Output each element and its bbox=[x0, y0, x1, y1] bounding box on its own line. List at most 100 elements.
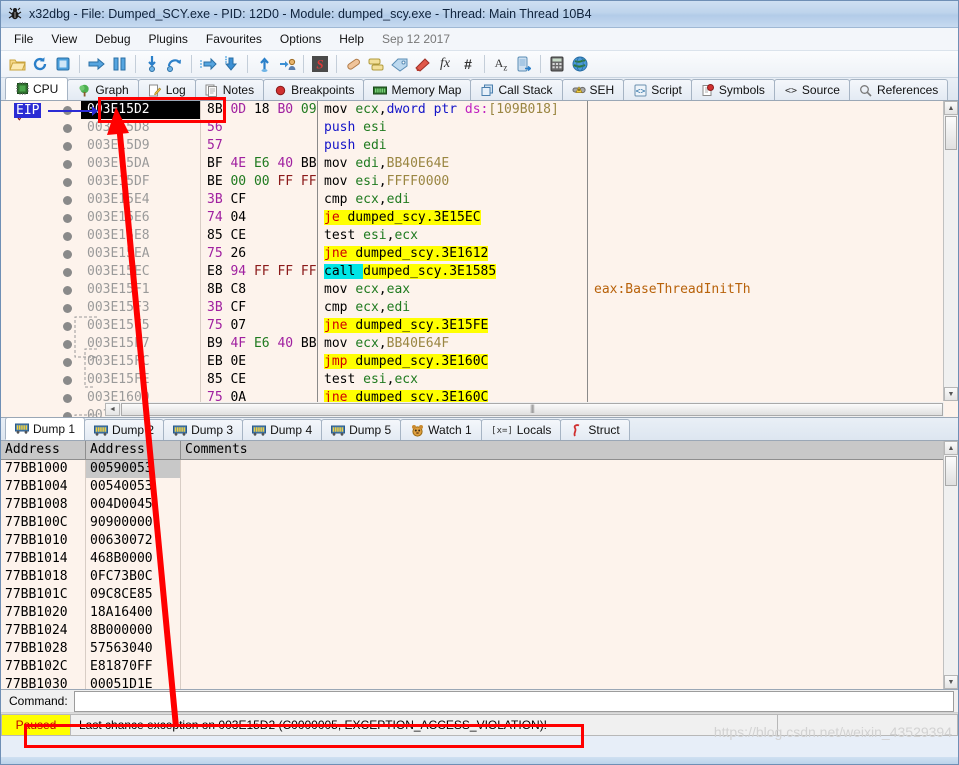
dump-col-comments[interactable]: Comments bbox=[181, 441, 958, 459]
disassembly-row[interactable]: 003E15DA BF 4E E6 40 BB mov edi,BB40E64E bbox=[1, 155, 958, 173]
dump-row[interactable]: 77BB1028 57563040 bbox=[1, 640, 958, 658]
dump-col-address-2[interactable]: Address bbox=[86, 441, 181, 459]
breakpoint-dot-icon[interactable] bbox=[63, 160, 72, 169]
scylla-icon[interactable]: S bbox=[309, 53, 331, 75]
breakpoint-cell[interactable] bbox=[57, 263, 81, 281]
calculator-icon[interactable] bbox=[546, 53, 568, 75]
breakpoint-cell[interactable] bbox=[57, 119, 81, 137]
dump-vscrollbar[interactable]: ▲ ▼ bbox=[943, 441, 958, 689]
breakpoint-cell[interactable] bbox=[57, 173, 81, 191]
disassembly-vscrollbar[interactable]: ▲ ▼ bbox=[943, 101, 958, 401]
breakpoint-cell[interactable] bbox=[57, 335, 81, 353]
scroll-down-button[interactable]: ▼ bbox=[944, 387, 958, 401]
tab-struct[interactable]: Struct bbox=[560, 419, 630, 440]
tab-notes[interactable]: Notes bbox=[194, 79, 265, 100]
menu-item-options[interactable]: Options bbox=[271, 30, 330, 48]
dump-row[interactable]: 77BB1014 468B0000 bbox=[1, 550, 958, 568]
tab-script[interactable]: <> Script bbox=[623, 79, 692, 100]
breakpoint-dot-icon[interactable] bbox=[63, 124, 72, 133]
breakpoint-dot-icon[interactable] bbox=[63, 178, 72, 187]
hash-icon[interactable]: # bbox=[457, 53, 479, 75]
dump-row[interactable]: 77BB102C E81870FF bbox=[1, 658, 958, 676]
disassembly-row[interactable]: 003E15FC⌄EB 0Ejmp dumped_scy.3E160C bbox=[1, 109, 958, 371]
breakpoint-cell[interactable] bbox=[57, 317, 81, 335]
dump-pane[interactable]: Address Address Comments 77BB1000 0059005… bbox=[1, 441, 958, 690]
tab-memory-map[interactable]: Memory Map bbox=[363, 79, 472, 100]
dump-row[interactable]: 77BB1004 00540053 bbox=[1, 478, 958, 496]
dump-col-address-1[interactable]: Address bbox=[1, 441, 86, 459]
menu-item-debug[interactable]: Debug bbox=[86, 30, 139, 48]
tab-references[interactable]: References bbox=[848, 79, 949, 100]
step-into-fast-icon[interactable] bbox=[197, 53, 219, 75]
tab-call-stack[interactable]: Call Stack bbox=[470, 79, 563, 100]
breakpoint-cell[interactable] bbox=[57, 155, 81, 173]
bookmark-icon[interactable] bbox=[411, 53, 433, 75]
run-to-user-code-icon[interactable] bbox=[276, 53, 298, 75]
tab-dump-3[interactable]: Dump 3 bbox=[163, 419, 244, 440]
patch-icon[interactable] bbox=[342, 53, 364, 75]
breakpoint-cell[interactable] bbox=[57, 227, 81, 245]
dump-row[interactable]: 77BB1020 18A16400 bbox=[1, 604, 958, 622]
globe-icon[interactable] bbox=[569, 53, 591, 75]
disassembly-row[interactable]: 003E15F7 B9 4F E6 40 BB mov ecx,BB40E64F bbox=[1, 335, 958, 353]
tab-dump-4[interactable]: Dump 4 bbox=[242, 419, 323, 440]
dump-row[interactable]: 77BB100C 90900000 bbox=[1, 514, 958, 532]
tab-watch-1[interactable]: Watch 1 bbox=[400, 419, 482, 440]
breakpoint-cell[interactable] bbox=[57, 299, 81, 317]
breakpoint-cell[interactable] bbox=[57, 371, 81, 389]
step-over-fast-icon[interactable] bbox=[220, 53, 242, 75]
dump-row[interactable]: 77BB1008 004D0045 bbox=[1, 496, 958, 514]
hscroll-thumb[interactable] bbox=[121, 403, 943, 416]
step-into-icon[interactable] bbox=[141, 53, 163, 75]
breakpoint-dot-icon[interactable] bbox=[63, 196, 72, 205]
tab-cpu[interactable]: CPU bbox=[5, 77, 69, 100]
disassembly-row[interactable]: 003E15DF BE 00 00 FF FF mov esi,FFFF0000 bbox=[1, 173, 958, 191]
breakpoint-dot-icon[interactable] bbox=[63, 304, 72, 313]
tab-graph[interactable]: Graph bbox=[67, 79, 139, 100]
scroll-down-button[interactable]: ▼ bbox=[944, 675, 958, 689]
tab-dump-1[interactable]: Dump 1 bbox=[5, 417, 86, 440]
breakpoint-dot-icon[interactable] bbox=[63, 412, 72, 417]
menu-item-file[interactable]: File bbox=[5, 30, 42, 48]
breakpoint-cell[interactable] bbox=[57, 137, 81, 155]
breakpoint-dot-icon[interactable] bbox=[63, 358, 72, 367]
breakpoint-dot-icon[interactable] bbox=[63, 322, 72, 331]
tab-source[interactable]: <> Source bbox=[773, 79, 850, 100]
breakpoint-dot-icon[interactable] bbox=[63, 268, 72, 277]
menu-item-view[interactable]: View bbox=[42, 30, 86, 48]
disassembly-rows[interactable]: 003E15D2 8B 0D 18 B0 09 mov ecx,dword ptr … bbox=[1, 101, 958, 417]
breakpoint-dot-icon[interactable] bbox=[63, 394, 72, 403]
command-input[interactable] bbox=[73, 690, 954, 712]
menu-item-favourites[interactable]: Favourites bbox=[197, 30, 271, 48]
disassembly-row[interactable]: 003E15D2 8B 0D 18 B0 09 mov ecx,dword ptr … bbox=[1, 101, 958, 119]
disassembly-pane[interactable]: 003E15D2 8B 0D 18 B0 09 mov ecx,dword ptr … bbox=[1, 101, 958, 418]
menu-item-plugins[interactable]: Plugins bbox=[140, 30, 197, 48]
disassembly-hscrollbar[interactable]: ◄ bbox=[105, 402, 944, 417]
label-icon[interactable] bbox=[388, 53, 410, 75]
open-icon[interactable] bbox=[6, 53, 28, 75]
breakpoint-cell[interactable] bbox=[57, 353, 81, 371]
breakpoint-cell[interactable] bbox=[57, 191, 81, 209]
disassembly-row[interactable]: 003E15F5⌄75 07jne dumped_scy.3E15FE bbox=[1, 109, 958, 335]
step-over-icon[interactable] bbox=[164, 53, 186, 75]
dump-row[interactable]: 77BB1030 00051D1E bbox=[1, 676, 958, 689]
dump-row[interactable]: 77BB1024 8B000000 bbox=[1, 622, 958, 640]
scroll-left-button[interactable]: ◄ bbox=[105, 403, 120, 416]
disassembly-row[interactable]: 003E15EC E8 94 FF FF FF call dumped_scy.3E… bbox=[1, 263, 958, 281]
scroll-thumb[interactable] bbox=[945, 116, 957, 150]
disassembly-row[interactable]: 003E15E6⌄74 04je dumped_scy.3E15EC bbox=[1, 109, 958, 227]
breakpoint-dot-icon[interactable] bbox=[63, 286, 72, 295]
disassembly-row[interactable]: 003E15E8 85 CE test esi,ecx bbox=[1, 227, 958, 245]
breakpoint-cell[interactable] bbox=[57, 389, 81, 407]
pause-icon[interactable] bbox=[108, 53, 130, 75]
breakpoint-dot-icon[interactable] bbox=[63, 142, 72, 151]
disassembly-row[interactable]: 003E15D8 56 push esi bbox=[1, 119, 958, 137]
disassembly-row[interactable]: 003E15FE 85 CE test esi,ecx bbox=[1, 371, 958, 389]
dump-row[interactable]: 77BB1018 0FC73B0C bbox=[1, 568, 958, 586]
restart-icon[interactable] bbox=[29, 53, 51, 75]
dump-rows[interactable]: 77BB1000 00590053 77BB1004 00540053 77BB1008… bbox=[1, 460, 958, 689]
dump-row[interactable]: 77BB101C 09C8CE85 bbox=[1, 586, 958, 604]
scroll-up-button[interactable]: ▲ bbox=[944, 441, 958, 455]
scroll-up-button[interactable]: ▲ bbox=[944, 101, 958, 115]
tab-locals[interactable]: [x=] Locals bbox=[480, 419, 562, 440]
